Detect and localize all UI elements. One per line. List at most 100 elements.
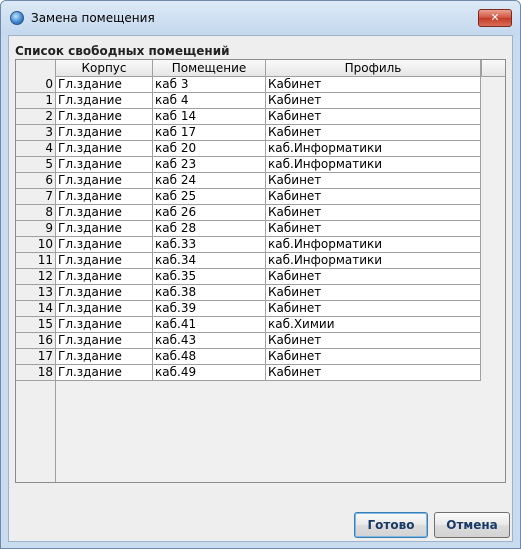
cell-room[interactable]: каб 17: [153, 125, 266, 141]
table-row[interactable]: 4 Гл.здание каб 20 каб.Информатики: [16, 141, 481, 157]
table-row[interactable]: 1 Гл.здание каб 4 Кабинет: [16, 93, 481, 109]
table-row[interactable]: 11 Гл.здание каб.34 каб.Информатики: [16, 253, 481, 269]
cell-room[interactable]: каб.38: [153, 285, 266, 301]
table-row[interactable]: 13 Гл.здание каб.38 Кабинет: [16, 285, 481, 301]
table-row[interactable]: 0 Гл.здание каб 3 Кабинет: [16, 77, 481, 93]
cell-building[interactable]: Гл.здание: [56, 93, 153, 109]
row-number: 14: [16, 301, 56, 317]
close-button[interactable]: ✕: [478, 9, 512, 27]
table-row[interactable]: 15 Гл.здание каб.41 каб.Химии: [16, 317, 481, 333]
cell-profile[interactable]: каб.Химии: [266, 317, 481, 333]
table-row[interactable]: 3 Гл.здание каб 17 Кабинет: [16, 125, 481, 141]
cell-room[interactable]: каб 23: [153, 157, 266, 173]
cell-building[interactable]: Гл.здание: [56, 317, 153, 333]
table-row[interactable]: 6 Гл.здание каб 24 Кабинет: [16, 173, 481, 189]
dialog-content: Список свободных помещений Корпус Помеще…: [8, 35, 513, 542]
table-row[interactable]: 12 Гл.здание каб.35 Кабинет: [16, 269, 481, 285]
cell-building[interactable]: Гл.здание: [56, 285, 153, 301]
cell-profile[interactable]: каб.Информатики: [266, 253, 481, 269]
cell-room[interactable]: каб.33: [153, 237, 266, 253]
cell-room[interactable]: каб 20: [153, 141, 266, 157]
cell-building[interactable]: Гл.здание: [56, 349, 153, 365]
cell-profile[interactable]: Кабинет: [266, 349, 481, 365]
cell-profile[interactable]: Кабинет: [266, 285, 481, 301]
cell-room[interactable]: каб 24: [153, 173, 266, 189]
row-number: 9: [16, 221, 56, 237]
cell-room[interactable]: каб 4: [153, 93, 266, 109]
table-row[interactable]: 14 Гл.здание каб.39 Кабинет: [16, 301, 481, 317]
table-row[interactable]: 7 Гл.здание каб 25 Кабинет: [16, 189, 481, 205]
table-row[interactable]: 5 Гл.здание каб 23 каб.Информатики: [16, 157, 481, 173]
cell-room[interactable]: каб.34: [153, 253, 266, 269]
cell-building[interactable]: Гл.здание: [56, 333, 153, 349]
cell-profile[interactable]: каб.Информатики: [266, 157, 481, 173]
cancel-button[interactable]: Отмена: [434, 512, 510, 538]
cell-profile[interactable]: Кабинет: [266, 269, 481, 285]
cell-building[interactable]: Гл.здание: [56, 109, 153, 125]
table-row[interactable]: 9 Гл.здание каб 28 Кабинет: [16, 221, 481, 237]
cell-profile[interactable]: Кабинет: [266, 125, 481, 141]
cell-building[interactable]: Гл.здание: [56, 205, 153, 221]
cell-room[interactable]: каб.41: [153, 317, 266, 333]
cell-building[interactable]: Гл.здание: [56, 189, 153, 205]
cell-building[interactable]: Гл.здание: [56, 173, 153, 189]
cell-building[interactable]: Гл.здание: [56, 141, 153, 157]
row-number: 7: [16, 189, 56, 205]
table-row[interactable]: 18 Гл.здание каб.49 Кабинет: [16, 365, 481, 381]
cell-profile[interactable]: Кабинет: [266, 221, 481, 237]
cell-building[interactable]: Гл.здание: [56, 125, 153, 141]
cell-profile[interactable]: Кабинет: [266, 205, 481, 221]
table-row[interactable]: 2 Гл.здание каб 14 Кабинет: [16, 109, 481, 125]
cell-building[interactable]: Гл.здание: [56, 301, 153, 317]
column-header-building[interactable]: Корпус: [56, 60, 153, 77]
cell-profile[interactable]: Кабинет: [266, 173, 481, 189]
cell-room[interactable]: каб.43: [153, 333, 266, 349]
table-row[interactable]: 8 Гл.здание каб 26 Кабинет: [16, 205, 481, 221]
row-number: 2: [16, 109, 56, 125]
cell-profile[interactable]: Кабинет: [266, 301, 481, 317]
row-number: 18: [16, 365, 56, 381]
table-row[interactable]: 10 Гл.здание каб.33 каб.Информатики: [16, 237, 481, 253]
cell-building[interactable]: Гл.здание: [56, 237, 153, 253]
row-number: 13: [16, 285, 56, 301]
column-header-profile[interactable]: Профиль: [266, 60, 481, 77]
cell-profile[interactable]: каб.Информатики: [266, 237, 481, 253]
app-icon: [10, 11, 24, 25]
table-row[interactable]: 17 Гл.здание каб.48 Кабинет: [16, 349, 481, 365]
title-bar[interactable]: Замена помещения ✕: [1, 1, 520, 35]
row-number: 16: [16, 333, 56, 349]
cell-room[interactable]: каб 25: [153, 189, 266, 205]
column-header-room[interactable]: Помещение: [153, 60, 266, 77]
cell-room[interactable]: каб 14: [153, 109, 266, 125]
cell-building[interactable]: Гл.здание: [56, 365, 153, 381]
cell-room[interactable]: каб 28: [153, 221, 266, 237]
cell-profile[interactable]: Кабинет: [266, 109, 481, 125]
cell-room[interactable]: каб 3: [153, 77, 266, 93]
cell-profile[interactable]: Кабинет: [266, 189, 481, 205]
cell-room[interactable]: каб.48: [153, 349, 266, 365]
cell-building[interactable]: Гл.здание: [56, 157, 153, 173]
cell-room[interactable]: каб.35: [153, 269, 266, 285]
cell-room[interactable]: каб.39: [153, 301, 266, 317]
cell-building[interactable]: Гл.здание: [56, 221, 153, 237]
row-number: 10: [16, 237, 56, 253]
row-number: 8: [16, 205, 56, 221]
cell-building[interactable]: Гл.здание: [56, 253, 153, 269]
cell-profile[interactable]: Кабинет: [266, 365, 481, 381]
cell-room[interactable]: каб 26: [153, 205, 266, 221]
cell-profile[interactable]: каб.Информатики: [266, 141, 481, 157]
row-number: 0: [16, 77, 56, 93]
row-number: 5: [16, 157, 56, 173]
table-row[interactable]: 16 Гл.здание каб.43 Кабинет: [16, 333, 481, 349]
row-number: 17: [16, 349, 56, 365]
cell-building[interactable]: Гл.здание: [56, 269, 153, 285]
done-button[interactable]: Готово: [354, 512, 428, 538]
cell-building[interactable]: Гл.здание: [56, 77, 153, 93]
cell-profile[interactable]: Кабинет: [266, 77, 481, 93]
row-number: 6: [16, 173, 56, 189]
free-rooms-table[interactable]: Корпус Помещение Профиль 0 Гл.здание каб 3…: [15, 59, 506, 483]
cell-profile[interactable]: Кабинет: [266, 333, 481, 349]
close-icon: ✕: [490, 11, 500, 24]
cell-profile[interactable]: Кабинет: [266, 93, 481, 109]
cell-room[interactable]: каб.49: [153, 365, 266, 381]
